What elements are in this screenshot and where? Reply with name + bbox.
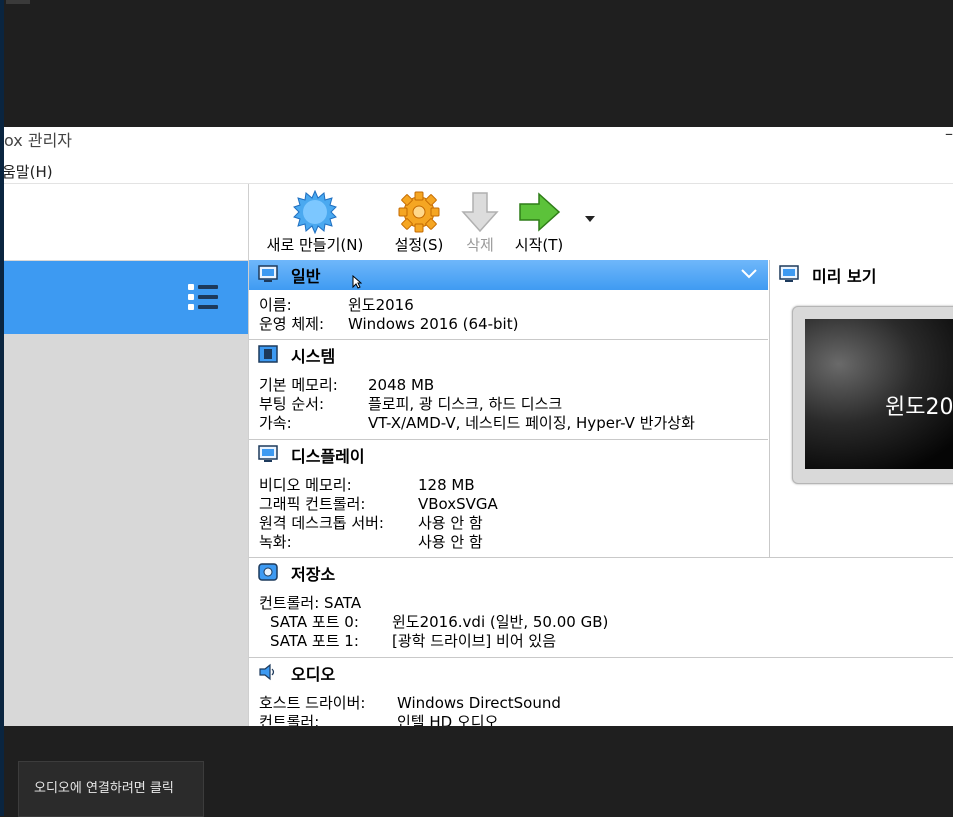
monitor-icon xyxy=(258,265,278,282)
system-key-boot: 부팅 순서: xyxy=(259,395,325,413)
host-corner-mark xyxy=(6,0,30,4)
display-key-controller: 그래픽 컨트롤러: xyxy=(259,495,366,513)
chevron-down-icon[interactable] xyxy=(740,267,758,281)
tools-area xyxy=(4,184,248,260)
general-key-os: 운영 체제: xyxy=(259,315,325,333)
display-value-controller: VBoxSVGA xyxy=(418,495,498,513)
start-label: 시작(T) xyxy=(514,236,564,254)
display-key-recording: 녹화: xyxy=(259,533,292,551)
title-bar: ox 관리자 – xyxy=(4,127,953,157)
audio-value-driver: Windows DirectSound xyxy=(397,694,561,712)
storage-key-port1: SATA 포트 1: xyxy=(270,632,359,650)
section-general: 일반 이름: 윈도2016 운영 체제: Windows 2016 (64-bit) xyxy=(249,260,768,338)
disk-icon xyxy=(258,563,278,581)
audio-connect-toast[interactable]: 오디오에 연결하려면 클릭 xyxy=(18,761,204,817)
section-audio-title: 오디오 xyxy=(291,665,336,684)
section-display-title: 디스플레이 xyxy=(291,447,365,466)
display-value-recording: 사용 안 함 xyxy=(418,533,483,551)
monitor-icon xyxy=(258,445,278,462)
section-audio-header[interactable]: 오디오 xyxy=(249,658,953,688)
start-dropdown-icon[interactable] xyxy=(585,216,595,222)
display-value-rdp: 사용 안 함 xyxy=(418,514,483,532)
list-menu-icon[interactable] xyxy=(188,284,222,314)
section-system-title: 시스템 xyxy=(291,347,336,366)
audio-key-driver: 호스트 드라이버: xyxy=(259,694,366,712)
vm-preview-display: 윈도20 xyxy=(805,319,953,469)
audio-connect-text: 오디오에 연결하려면 클릭 xyxy=(34,781,174,796)
window-title: ox 관리자 xyxy=(4,131,73,150)
storage-value-port0: 윈도2016.vdi (일반, 50.00 GB) xyxy=(392,613,609,631)
virtualbox-manager-window: ox 관리자 – 움말(H) 새로 만들기(N) 설정(S) 삭제 시작(T) … xyxy=(4,127,953,726)
start-arrow-icon xyxy=(519,192,561,232)
vm-list-pane xyxy=(4,184,249,726)
system-key-accel: 가속: xyxy=(259,414,292,432)
menu-bar xyxy=(4,159,953,183)
speaker-icon xyxy=(259,663,275,681)
storage-controller-label: 컨트롤러: SATA xyxy=(259,594,362,612)
down-arrow-icon xyxy=(461,192,499,233)
menu-help[interactable]: 움말(H) xyxy=(4,161,53,182)
gear-icon xyxy=(398,191,440,233)
display-key-rdp: 원격 데스크톱 서버: xyxy=(259,514,384,532)
chip-icon xyxy=(258,345,278,363)
audio-value-controller: 인텔 HD 오디오 xyxy=(397,713,499,726)
monitor-icon xyxy=(779,265,799,282)
section-display-header[interactable]: 디스플레이 xyxy=(249,440,768,470)
system-value-memory: 2048 MB xyxy=(368,376,435,394)
storage-value-port1: [광학 드라이브] 비어 있음 xyxy=(392,632,557,650)
minimize-button[interactable]: – xyxy=(939,127,953,142)
display-value-vram: 128 MB xyxy=(418,476,475,494)
section-system: 시스템 기본 메모리: 2048 MB 부팅 순서: 플로피, 광 디스크, 하드 … xyxy=(249,340,768,438)
vm-preview-screen: 윈도20 xyxy=(792,306,953,484)
general-key-name: 이름: xyxy=(259,296,292,314)
settings-label: 설정(S) xyxy=(394,236,444,254)
section-general-header[interactable]: 일반 xyxy=(249,260,768,290)
audio-key-controller: 컨트롤러: xyxy=(259,713,320,726)
mouse-cursor-icon xyxy=(352,275,362,289)
section-general-title: 일반 xyxy=(291,267,321,286)
section-audio: 오디오 호스트 드라이버: Windows DirectSound 컨트롤러: 인텔… xyxy=(249,658,953,726)
section-storage: 저장소 컨트롤러: SATA SATA 포트 0: 윈도2016.vdi (일반,… xyxy=(249,558,953,656)
section-system-header[interactable]: 시스템 xyxy=(249,340,768,370)
general-value-os: Windows 2016 (64-bit) xyxy=(348,315,519,333)
section-display: 디스플레이 비디오 메모리: 128 MB 그래픽 컨트롤러: VBoxSVGA 원… xyxy=(249,440,768,556)
details-pane: 일반 이름: 윈도2016 운영 체제: Windows 2016 (64-bit)… xyxy=(249,260,953,726)
new-vm-label: 새로 만들기(N) xyxy=(266,236,364,254)
display-key-vram: 비디오 메모리: xyxy=(259,476,352,494)
delete-label: 삭제 xyxy=(466,236,494,254)
general-value-name: 윈도2016 xyxy=(348,296,414,314)
section-storage-header[interactable]: 저장소 xyxy=(249,558,953,588)
system-value-accel: VT-X/AMD-V, 네스티드 페이징, Hyper-V 반가상화 xyxy=(368,414,695,432)
storage-key-port0: SATA 포트 0: xyxy=(270,613,359,631)
section-preview-title: 미리 보기 xyxy=(812,267,877,286)
section-preview-header[interactable]: 미리 보기 xyxy=(770,260,953,290)
main-toolbar: 새로 만들기(N) 설정(S) 삭제 시작(T) xyxy=(249,184,953,260)
new-starburst-icon xyxy=(293,190,337,234)
section-storage-title: 저장소 xyxy=(291,565,336,584)
section-preview: 미리 보기 윈도20 xyxy=(770,260,953,556)
system-key-memory: 기본 메모리: xyxy=(259,376,338,394)
system-value-boot: 플로피, 광 디스크, 하드 디스크 xyxy=(368,395,563,413)
vm-preview-text: 윈도20 xyxy=(885,395,953,420)
vm-list-item-selected[interactable] xyxy=(4,261,248,334)
